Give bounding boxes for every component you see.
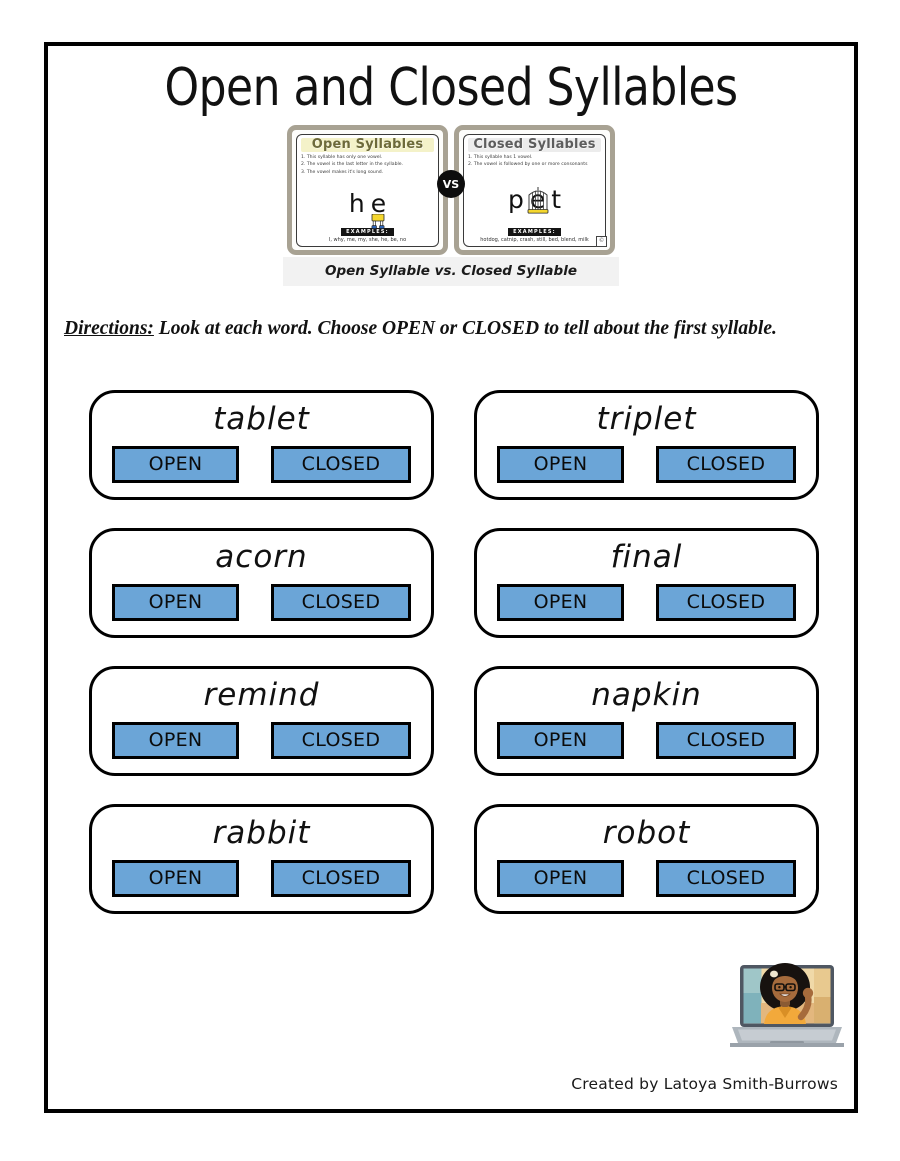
poster-panel-closed: Closed Syllables 1. This syllable has 1 … xyxy=(454,125,615,255)
poster-open-heading: Open Syllables xyxy=(301,138,434,152)
poster-closed-rules: 1. This syllable has 1 vowel. 2. The vow… xyxy=(468,154,601,169)
choice-row: OPEN CLOSED xyxy=(495,446,798,487)
poster-letter-p: p xyxy=(507,184,524,214)
choice-row: OPEN CLOSED xyxy=(495,584,798,625)
open-choice-button[interactable]: OPEN xyxy=(112,860,239,897)
poster-open-rule: 1. This syllable has only one vowel. xyxy=(301,154,383,160)
poster-panel-open-inner: Open Syllables 1. This syllable has only… xyxy=(296,134,439,247)
closed-choice-button[interactable]: CLOSED xyxy=(656,584,796,621)
closed-choice-button[interactable]: CLOSED xyxy=(271,860,411,897)
word-label: triplet xyxy=(596,401,697,437)
poster-open-rule: 2. The vowel is the last letter in the s… xyxy=(301,162,404,168)
poster-letter-e: e xyxy=(371,191,386,229)
poster-closed-heading: Closed Syllables xyxy=(468,138,601,152)
open-choice-button[interactable]: OPEN xyxy=(497,446,624,483)
choice-row: OPEN CLOSED xyxy=(110,722,413,763)
poster-panel-open: Open Syllables 1. This syllable has only… xyxy=(287,125,448,255)
choice-row: OPEN CLOSED xyxy=(495,722,798,763)
credit-line: Created by Latoya Smith-Burrows xyxy=(571,1075,838,1093)
closed-choice-button[interactable]: CLOSED xyxy=(271,722,411,759)
open-choice-button[interactable]: OPEN xyxy=(497,584,624,621)
word-card: acorn OPEN CLOSED xyxy=(89,528,434,638)
word-card: remind OPEN CLOSED xyxy=(89,666,434,776)
poster-panels: Open Syllables 1. This syllable has only… xyxy=(283,122,619,257)
open-choice-button[interactable]: OPEN xyxy=(112,446,239,483)
choice-row: OPEN CLOSED xyxy=(495,860,798,901)
page-title: Open and Closed Syllables xyxy=(164,58,738,119)
word-label: rabbit xyxy=(212,815,311,851)
laptop-bitmoji-illustration xyxy=(730,963,844,1047)
poster-closed-examples-badge: EXAMPLES: xyxy=(508,228,561,236)
poster-panel-closed-inner: Closed Syllables 1. This syllable has 1 … xyxy=(463,134,606,247)
word-label: napkin xyxy=(591,677,702,713)
worksheet-page: Open and Closed Syllables Open Syllables… xyxy=(44,42,858,1113)
poster-closed-rule: 1. This syllable has 1 vowel. xyxy=(468,154,533,160)
word-label: robot xyxy=(602,815,691,851)
closed-choice-button[interactable]: CLOSED xyxy=(271,446,411,483)
closed-choice-button[interactable]: CLOSED xyxy=(656,722,796,759)
poster-open-rules: 1. This syllable has only one vowel. 2. … xyxy=(301,154,434,177)
word-card: final OPEN CLOSED xyxy=(474,528,819,638)
poster-letter-e-caged: e xyxy=(527,186,548,214)
word-grid: tablet OPEN CLOSED triplet OPEN CLOSED acorn OP… xyxy=(89,390,819,914)
word-card: robot OPEN CLOSED xyxy=(474,804,819,914)
poster-open-word: h e xyxy=(301,176,434,229)
open-choice-button[interactable]: OPEN xyxy=(497,860,624,897)
choice-row: OPEN CLOSED xyxy=(110,446,413,487)
word-card: tablet OPEN CLOSED xyxy=(89,390,434,500)
word-label: acorn xyxy=(215,539,308,575)
directions: Directions: Look at each word. Choose OP… xyxy=(64,314,824,344)
word-label: remind xyxy=(203,677,320,713)
poster-open-examples-badge: EXAMPLES: xyxy=(341,228,394,236)
poster-letter-t: t xyxy=(551,184,562,214)
cartoon-legs-icon xyxy=(372,213,385,229)
poster-watermark: © xyxy=(596,236,607,247)
choice-row: OPEN CLOSED xyxy=(110,860,413,901)
poster-closed-rule: 2. The vowel is followed by one or more … xyxy=(468,162,588,168)
poster-caption: Open Syllable vs. Closed Syllable xyxy=(283,257,619,282)
word-card: napkin OPEN CLOSED xyxy=(474,666,819,776)
word-label: tablet xyxy=(213,401,310,437)
poster-letter-h: h xyxy=(348,188,365,218)
closed-choice-button[interactable]: CLOSED xyxy=(656,446,796,483)
birdcage-icon xyxy=(527,186,548,214)
word-card: rabbit OPEN CLOSED xyxy=(89,804,434,914)
word-label: final xyxy=(610,539,683,575)
poster-closed-word: p e t xyxy=(468,169,601,228)
poster-closed-examples: hotdog, catnip, crash, still, bed, blend… xyxy=(480,237,589,243)
open-choice-button[interactable]: OPEN xyxy=(112,584,239,621)
choice-row: OPEN CLOSED xyxy=(110,584,413,625)
poster-open-rule: 3. The vowel makes it's long sound. xyxy=(301,169,384,175)
closed-choice-button[interactable]: CLOSED xyxy=(656,860,796,897)
directions-text: Look at each word. Choose OPEN or CLOSED… xyxy=(158,318,777,339)
word-card: triplet OPEN CLOSED xyxy=(474,390,819,500)
open-choice-button[interactable]: OPEN xyxy=(497,722,624,759)
poster-open-examples: I, why, me, my, she, he, be, no xyxy=(328,237,407,243)
poster-thumbnail: Open Syllables 1. This syllable has only… xyxy=(283,122,619,286)
vs-badge: VS xyxy=(437,170,465,198)
directions-lead: Directions: xyxy=(64,318,154,339)
open-choice-button[interactable]: OPEN xyxy=(112,722,239,759)
closed-choice-button[interactable]: CLOSED xyxy=(271,584,411,621)
